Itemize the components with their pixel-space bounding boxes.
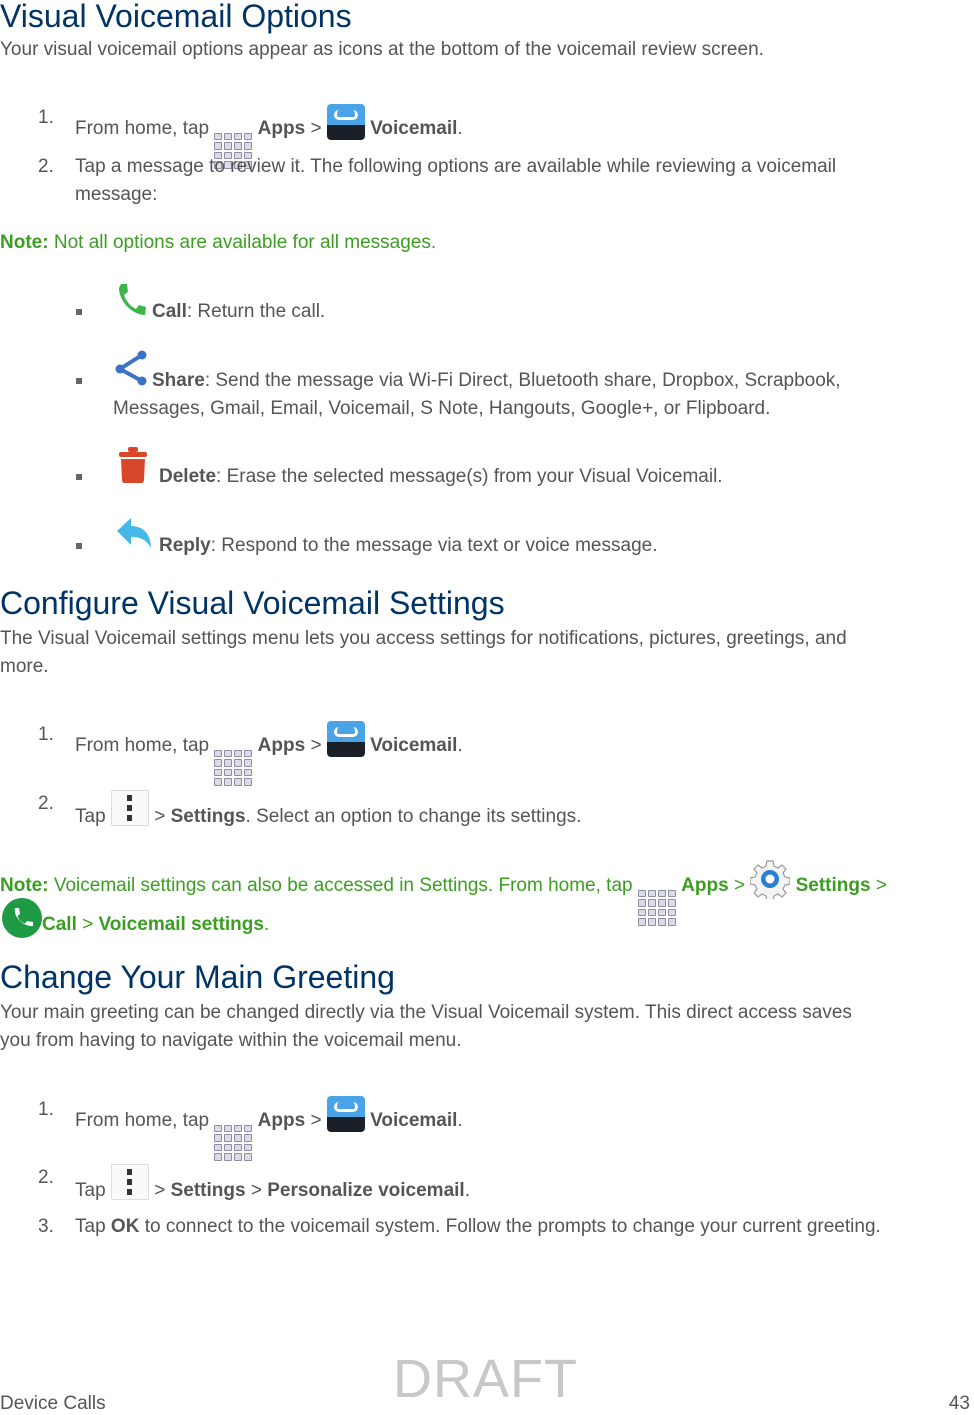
separator: > xyxy=(154,1180,166,1201)
option-share: Share: Send the message via Wi-Fi Direct… xyxy=(152,367,841,395)
apps-label: Apps xyxy=(681,875,729,896)
voicemail-icon xyxy=(326,1096,365,1132)
bullet xyxy=(76,378,82,384)
reply-icon xyxy=(117,518,151,548)
share-icon xyxy=(115,350,147,386)
separator: > xyxy=(250,1180,262,1201)
call-label: Call xyxy=(42,914,77,935)
step-text-cont: message: xyxy=(75,184,158,205)
period: . xyxy=(464,1180,470,1201)
draft-watermark: DRAFT xyxy=(393,1349,578,1409)
apps-label: Apps xyxy=(257,735,306,756)
phone-icon xyxy=(119,284,146,315)
separator: > xyxy=(310,1110,322,1131)
voicemail-label: Voicemail xyxy=(370,118,458,139)
period: . xyxy=(457,735,463,756)
section-intro: The Visual Voicemail settings menu lets … xyxy=(0,628,847,649)
step-number: 1. xyxy=(38,724,54,745)
note-text: Voicemail settings can also be accessed … xyxy=(53,875,633,896)
section-intro-cont: you from having to navigate within the v… xyxy=(0,1030,462,1051)
separator: > xyxy=(875,875,887,896)
period: . xyxy=(263,914,270,935)
more-options-icon xyxy=(110,790,149,826)
apps-label: Apps xyxy=(257,118,306,139)
step-text: From home, tap xyxy=(75,118,210,139)
settings-gear-icon xyxy=(749,860,791,902)
separator: > xyxy=(154,806,166,827)
option-call: Call: Return the call. xyxy=(152,298,325,326)
separator: > xyxy=(82,914,94,935)
option-label: Share xyxy=(152,370,205,391)
section-intro: Your main greeting can be changed direct… xyxy=(0,1002,852,1023)
option-label: Call xyxy=(152,301,187,322)
option-desc: : Erase the selected message(s) from you… xyxy=(216,466,723,487)
personalize-voicemail-label: Personalize voicemail xyxy=(267,1180,465,1201)
section-intro-cont: more. xyxy=(0,656,49,677)
step-text: From home, tap xyxy=(75,1110,210,1131)
phone-app-icon xyxy=(2,898,42,938)
voicemail-label: Voicemail xyxy=(370,1110,458,1131)
option-desc: : Return the call. xyxy=(186,301,326,322)
note-label: Note: xyxy=(0,875,49,896)
step-text: Tap xyxy=(75,1180,106,1201)
voicemail-settings-label: Voicemail settings xyxy=(98,914,264,935)
option-share-desc-cont: Messages, Gmail, Email, Voicemail, S Not… xyxy=(113,398,771,419)
settings-label: Settings xyxy=(170,1180,246,1201)
step-number: 1. xyxy=(38,107,54,128)
section-title-visual-voicemail-options: Visual Voicemail Options xyxy=(0,0,352,34)
note: Note: Not all options are available for … xyxy=(0,229,436,257)
settings-label: Settings xyxy=(795,875,871,896)
apps-grid-icon xyxy=(214,749,253,786)
period: . xyxy=(457,118,463,139)
footer-page-number: 43 xyxy=(948,1393,970,1414)
footer-chapter: Device Calls xyxy=(0,1393,106,1414)
step-text: Tap a message to review it. The followin… xyxy=(75,156,837,177)
step-text-rest: . Select an option to change its setting… xyxy=(245,806,582,827)
voicemail-icon xyxy=(326,721,365,757)
period: . xyxy=(457,1110,463,1131)
more-options-icon xyxy=(110,1164,149,1200)
note-cont: Call > Voicemail settings. xyxy=(2,898,269,939)
apps-grid-icon xyxy=(214,1124,253,1161)
step-text-rest: to connect to the voicemail system. Foll… xyxy=(144,1216,881,1237)
step-text: From home, tap xyxy=(75,735,210,756)
separator: > xyxy=(310,118,322,139)
step-number: 2. xyxy=(38,1167,54,1188)
note-text: Not all options are available for all me… xyxy=(53,232,437,253)
apps-grid-icon xyxy=(637,889,676,926)
option-reply: Reply: Respond to the message via text o… xyxy=(159,532,657,560)
section-intro: Your visual voicemail options appear as … xyxy=(0,39,764,60)
option-label: Reply xyxy=(159,535,211,556)
section-title-change-greeting: Change Your Main Greeting xyxy=(0,959,395,995)
bullet xyxy=(76,309,82,315)
bullet xyxy=(76,543,82,549)
option-desc: : Respond to the message via text or voi… xyxy=(210,535,658,556)
settings-label: Settings xyxy=(170,806,246,827)
option-desc: : Send the message via Wi-Fi Direct, Blu… xyxy=(204,370,841,391)
separator: > xyxy=(733,875,746,896)
option-delete: Delete: Erase the selected message(s) fr… xyxy=(159,463,723,491)
voicemail-label: Voicemail xyxy=(370,735,458,756)
section-title-configure-settings: Configure Visual Voicemail Settings xyxy=(0,585,505,621)
step-number: 3. xyxy=(38,1216,54,1237)
ok-label: OK xyxy=(110,1216,140,1237)
voicemail-icon xyxy=(326,104,365,140)
apps-label: Apps xyxy=(257,1110,306,1131)
bullet xyxy=(76,474,82,480)
step-number: 1. xyxy=(38,1099,54,1120)
step-number: 2. xyxy=(38,793,54,814)
note-label: Note: xyxy=(0,232,49,253)
step-number: 2. xyxy=(38,156,54,177)
step-text: Tap xyxy=(75,806,106,827)
separator: > xyxy=(310,735,322,756)
trash-icon xyxy=(119,447,147,483)
step-text: Tap xyxy=(75,1216,106,1237)
option-label: Delete xyxy=(159,466,217,487)
